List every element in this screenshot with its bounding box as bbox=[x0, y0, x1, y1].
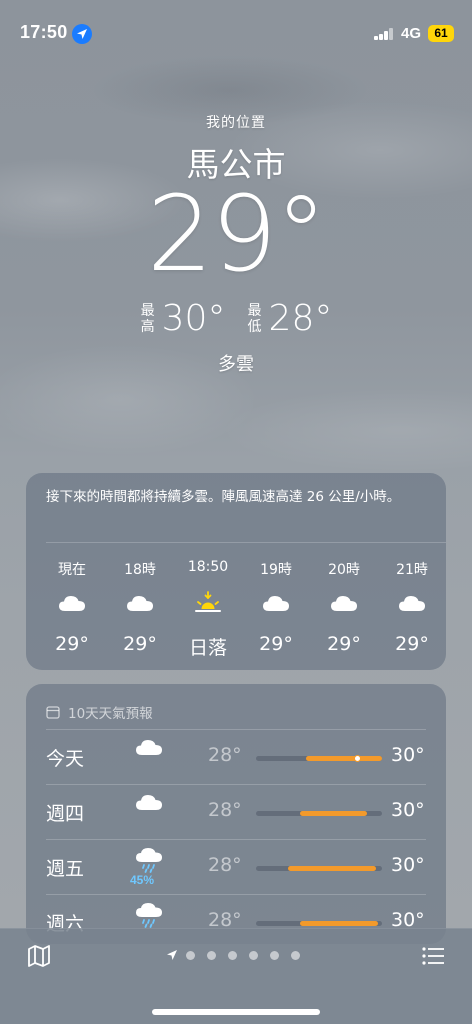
location-header: 我的位置 馬公市 bbox=[0, 112, 472, 184]
hourly-item: 21時 29° bbox=[378, 559, 446, 659]
sunset-icon bbox=[174, 585, 242, 621]
map-icon[interactable] bbox=[26, 943, 52, 969]
current-temp-marker bbox=[354, 755, 361, 762]
forecast-row[interactable]: 今天 28° 30° bbox=[46, 729, 426, 784]
network-type: 4G bbox=[401, 25, 422, 42]
forecast-high: 30° bbox=[391, 854, 425, 876]
current-temperature: 29° bbox=[146, 173, 327, 295]
page-dot[interactable] bbox=[228, 950, 237, 960]
hour-temp: 29° bbox=[123, 633, 157, 655]
hour-temp: 29° bbox=[395, 633, 429, 655]
condition-text: 多雲 bbox=[218, 354, 254, 375]
hourly-item: 18:50 日落 bbox=[174, 559, 242, 659]
divider bbox=[46, 839, 426, 840]
page-dot[interactable] bbox=[270, 950, 279, 960]
location-active-icon bbox=[72, 24, 92, 44]
bottom-toolbar bbox=[0, 928, 472, 1024]
page-dot[interactable] bbox=[291, 950, 300, 960]
forecast-high: 30° bbox=[391, 744, 425, 766]
temp-range-bar bbox=[256, 921, 382, 926]
hourly-forecast-card[interactable]: 接下來的時間都將持續多雲。陣風風速高達 26 公里/小時。 現在 29° 18時 29… bbox=[26, 473, 446, 670]
hour-label: 21時 bbox=[396, 562, 428, 578]
location-arrow-icon bbox=[167, 950, 177, 960]
hour-temp: 29° bbox=[259, 633, 293, 655]
temp-range-bar bbox=[256, 755, 382, 762]
divider bbox=[46, 729, 426, 730]
hourly-item: 19時 29° bbox=[242, 559, 310, 659]
cellular-signal-icon bbox=[374, 28, 394, 40]
forecast-high: 30° bbox=[391, 799, 425, 821]
divider bbox=[46, 784, 426, 785]
page-indicator[interactable] bbox=[166, 949, 312, 961]
hour-label: 現在 bbox=[58, 562, 86, 578]
hour-label: 20時 bbox=[328, 562, 360, 578]
hourly-item: 18時 29° bbox=[106, 559, 174, 659]
hourly-item: 20時 29° bbox=[310, 559, 378, 659]
home-indicator[interactable] bbox=[152, 1009, 320, 1015]
cloud-icon bbox=[134, 792, 164, 816]
cloud-icon bbox=[134, 737, 164, 761]
ten-day-forecast-card[interactable]: 10天天氣預報 今天 28° 30° 週四 28° 30° 週五 45% 28° 30° 週六 28°… bbox=[26, 684, 446, 944]
hourly-scroller[interactable]: 現在 29° 18時 29° 18:50 日落 19時 29° 20時 29° 21時 29° bbox=[38, 559, 446, 659]
status-bar: 17:50 4G 61 bbox=[0, 0, 472, 64]
high-temp: 30° bbox=[161, 298, 226, 339]
temp-range-bar bbox=[256, 866, 382, 871]
forecast-header: 10天天氣預報 bbox=[26, 684, 446, 726]
forecast-day: 週五 bbox=[46, 858, 85, 880]
page-dot[interactable] bbox=[249, 950, 258, 960]
hourly-item: 現在 29° bbox=[38, 559, 106, 659]
hour-temp: 29° bbox=[55, 633, 89, 655]
hour-label: 19時 bbox=[260, 562, 292, 578]
forecast-title: 10天天氣預報 bbox=[68, 705, 153, 722]
forecast-low: 28° bbox=[208, 854, 242, 876]
low-temp: 28° bbox=[268, 298, 333, 339]
temp-range-fill bbox=[306, 756, 382, 761]
cloud-icon bbox=[310, 585, 378, 621]
forecast-row[interactable]: 週四 28° 30° bbox=[46, 784, 426, 839]
forecast-low: 28° bbox=[208, 799, 242, 821]
cloud-icon bbox=[242, 585, 310, 621]
status-time: 17:50 bbox=[20, 22, 68, 42]
my-location-label: 我的位置 bbox=[206, 115, 266, 131]
page-dot[interactable] bbox=[207, 950, 216, 960]
hour-temp: 29° bbox=[327, 633, 361, 655]
forecast-day: 今天 bbox=[46, 748, 85, 770]
hourly-summary: 接下來的時間都將持續多雲。陣風風速高達 26 公里/小時。 bbox=[46, 489, 401, 505]
hour-label: 18:50 bbox=[187, 559, 229, 575]
high-label: 最高 bbox=[140, 302, 155, 335]
cloud-icon bbox=[38, 585, 106, 621]
forecast-day: 週四 bbox=[46, 803, 85, 825]
temp-range-fill bbox=[288, 866, 376, 871]
divider bbox=[46, 542, 446, 543]
precip-chance: 45% bbox=[130, 873, 155, 887]
forecast-low: 28° bbox=[208, 744, 242, 766]
calendar-icon bbox=[46, 705, 60, 719]
cloud-icon bbox=[106, 585, 174, 621]
cloud-icon bbox=[378, 585, 446, 621]
divider bbox=[46, 894, 426, 895]
hour-label: 18時 bbox=[124, 562, 156, 578]
temp-range-bar bbox=[256, 811, 382, 816]
low-temp-group: 最低 28° bbox=[247, 298, 333, 339]
forecast-row[interactable]: 週五 45% 28° 30° bbox=[46, 839, 426, 894]
page-dot[interactable] bbox=[186, 950, 195, 960]
high-temp-group: 最高 30° bbox=[140, 298, 226, 339]
hour-temp: 日落 bbox=[188, 637, 227, 659]
temp-range-fill bbox=[300, 921, 378, 926]
temp-range-fill bbox=[300, 811, 367, 816]
low-label: 最低 bbox=[247, 302, 262, 335]
list-icon[interactable] bbox=[420, 943, 446, 969]
high-low-temps: 最高 30° 最低 28° bbox=[0, 298, 472, 342]
battery-icon: 61 bbox=[428, 25, 454, 42]
